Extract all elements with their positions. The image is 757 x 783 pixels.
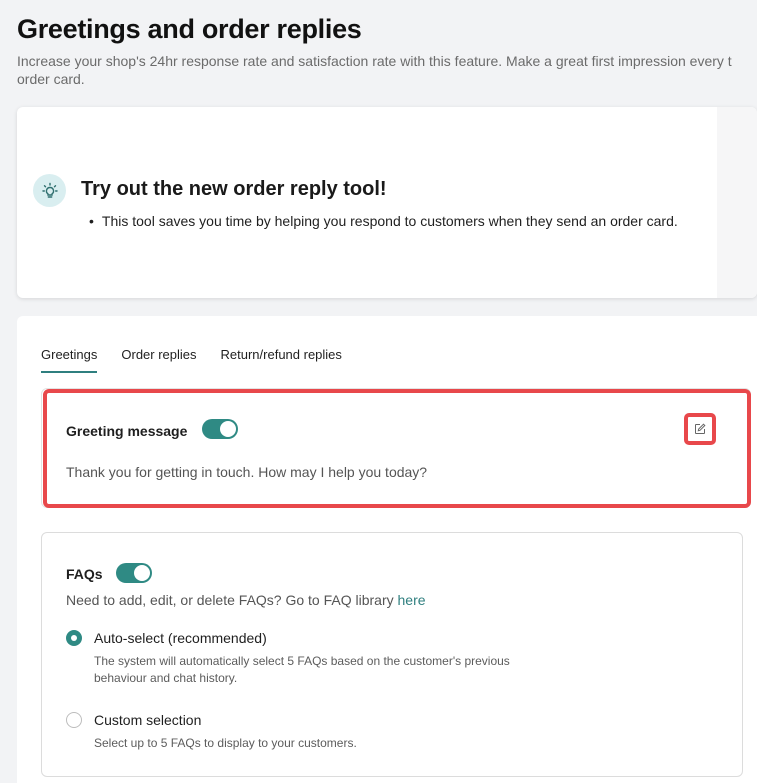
- auto-select-radio[interactable]: [66, 630, 82, 646]
- custom-selection-label[interactable]: Custom selection: [94, 712, 201, 728]
- page-description-line2: order card.: [17, 71, 85, 87]
- custom-selection-description: Select up to 5 FAQs to display to your c…: [94, 736, 357, 750]
- page-description: Increase your shop's 24hr response rate …: [17, 52, 757, 88]
- edit-greeting-button[interactable]: [684, 413, 716, 445]
- edit-icon: [695, 423, 706, 434]
- greeting-message-panel: [41, 388, 751, 508]
- faqs-toggle[interactable]: [116, 563, 152, 583]
- faq-help-text: Need to add, edit, or delete FAQs? Go to…: [66, 592, 426, 608]
- page-description-line1: Increase your shop's 24hr response rate …: [17, 53, 732, 69]
- greeting-message-label: Greeting message: [66, 423, 188, 439]
- custom-selection-radio[interactable]: [66, 712, 82, 728]
- tab-order-replies[interactable]: Order replies: [121, 347, 196, 373]
- page-title: Greetings and order replies: [17, 14, 362, 44]
- promo-card: Try out the new order reply tool! This t…: [17, 107, 757, 298]
- settings-card: Greetings Order replies Return/refund re…: [17, 316, 757, 783]
- faqs-label: FAQs: [66, 566, 103, 582]
- tab-return-refund-replies[interactable]: Return/refund replies: [221, 347, 342, 373]
- auto-select-description: The system will automatically select 5 F…: [94, 654, 510, 685]
- tab-greetings[interactable]: Greetings: [41, 347, 98, 373]
- faq-help-message: Need to add, edit, or delete FAQs? Go to…: [66, 592, 398, 608]
- promo-side-panel: [717, 107, 757, 298]
- lightbulb-icon: [33, 174, 66, 207]
- promo-title: Try out the new order reply tool!: [81, 178, 387, 200]
- greeting-message-text: Thank you for getting in touch. How may …: [66, 464, 428, 480]
- faq-library-link[interactable]: here: [398, 592, 426, 608]
- promo-bullet: This tool saves you time by helping you …: [89, 213, 678, 229]
- tab-bar: Greetings Order replies Return/refund re…: [41, 347, 366, 373]
- greeting-message-toggle[interactable]: [202, 419, 238, 439]
- auto-select-label[interactable]: Auto-select (recommended): [94, 630, 267, 646]
